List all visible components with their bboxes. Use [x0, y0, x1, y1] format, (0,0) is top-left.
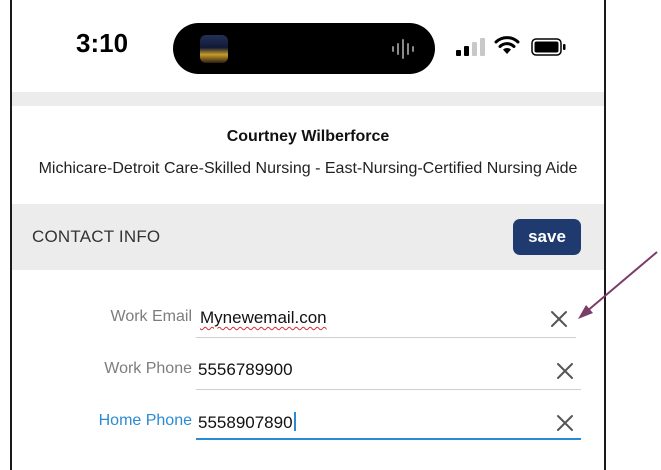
- work-email-underline: [196, 337, 576, 338]
- contact-info-header: CONTACT INFO save: [12, 204, 604, 270]
- dynamic-island[interactable]: [173, 23, 435, 74]
- work-email-label: Work Email: [110, 308, 193, 325]
- home-phone-input[interactable]: 5558907890: [198, 412, 296, 433]
- work-email-row: Work Email Mynewemail.con: [12, 298, 604, 338]
- home-phone-underline: [196, 438, 581, 440]
- wifi-icon: [494, 36, 520, 54]
- work-phone-underline: [196, 389, 581, 390]
- home-phone-row: Home Phone 5558907890: [12, 402, 604, 442]
- audio-wave-icon: [392, 39, 414, 59]
- header-divider: [12, 92, 604, 106]
- home-phone-clear-icon[interactable]: [554, 412, 576, 434]
- work-phone-clear-icon[interactable]: [554, 360, 576, 382]
- work-phone-label: Work Phone: [104, 360, 192, 377]
- work-email-clear-icon[interactable]: [548, 308, 570, 330]
- home-phone-value: 5558907890: [198, 413, 293, 432]
- app-thumbnail-icon: [200, 35, 228, 63]
- home-phone-label: Home Phone: [98, 412, 192, 429]
- work-email-input[interactable]: Mynewemail.con: [200, 308, 327, 328]
- battery-icon: [531, 38, 566, 56]
- cellular-signal-icon: [456, 38, 485, 56]
- employee-name: Courtney Wilberforce: [226, 128, 390, 145]
- work-phone-input[interactable]: 5556789900: [198, 360, 293, 380]
- phone-screen: 3:10 Courtney Wilberforce Michicare-Detr…: [10, 0, 606, 470]
- employee-organization: Michicare-Detroit Care-Skilled Nursing -…: [38, 160, 578, 177]
- status-bar: 3:10: [12, 0, 604, 92]
- text-cursor: [293, 412, 296, 431]
- work-phone-row: Work Phone 5556789900: [12, 350, 604, 390]
- work-email-value: Mynewemail.con: [200, 308, 327, 327]
- section-title: CONTACT INFO: [32, 227, 161, 246]
- save-button[interactable]: save: [513, 219, 581, 255]
- status-time: 3:10: [76, 28, 129, 58]
- work-phone-value: 5556789900: [198, 360, 293, 379]
